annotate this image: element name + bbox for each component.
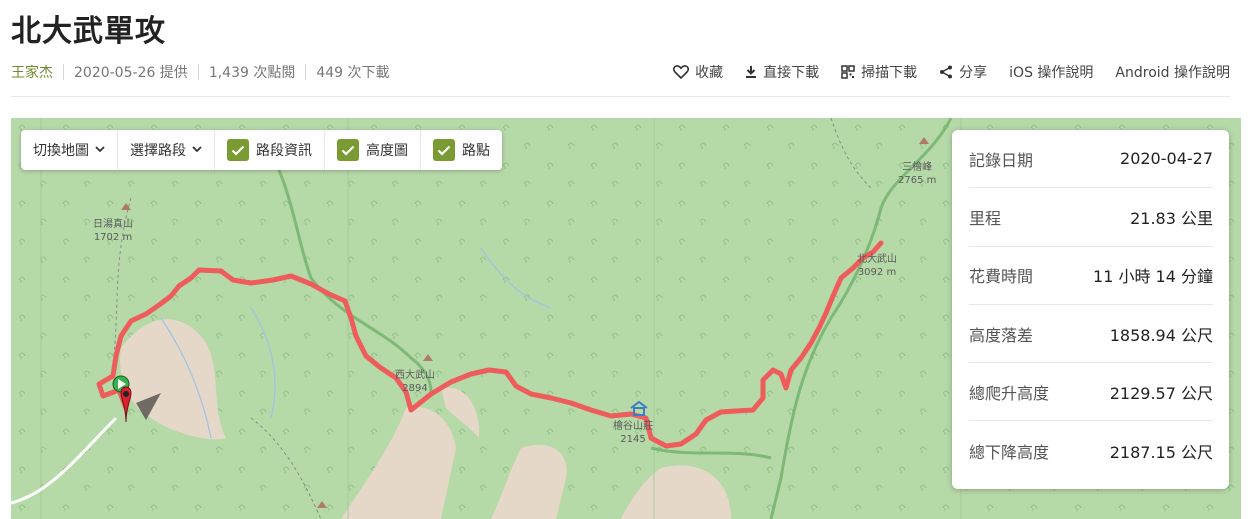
ios-guide-link[interactable]: iOS 操作說明 — [1009, 62, 1093, 82]
stat-value: 11 小時 14 分鐘 — [1093, 267, 1213, 287]
stat-value: 1858.94 公尺 — [1109, 325, 1213, 345]
view-count: 1,439 次點閱 — [208, 65, 296, 81]
switch-map-dropdown[interactable]: 切換地圖 — [21, 130, 118, 170]
stat-row-drop: 高度落差 1858.94 公尺 — [969, 305, 1213, 364]
checkbox-checked-icon — [227, 139, 249, 161]
stat-row-descent: 總下降高度 2187.15 公尺 — [969, 421, 1213, 479]
select-section-dropdown[interactable]: 選擇路段 — [118, 130, 215, 170]
divider — [305, 64, 307, 80]
map-label-peak2: 西大武山 2894 — [395, 370, 435, 394]
meta-row: 王家杰 2020-05-26 提供 1,439 次點閱 449 次下載 — [11, 62, 390, 82]
stats-panel: 記錄日期 2020-04-27 里程 21.83 公里 花費時間 11 小時 1… — [952, 130, 1229, 489]
map-label-peak1: 日湯真山 1702 m — [93, 219, 133, 243]
stat-row-ascent: 總爬升高度 2129.57 公尺 — [969, 363, 1213, 422]
checkbox-checked-icon — [337, 139, 359, 161]
map-label-peak3: 三檜峰 2765 m — [898, 162, 937, 186]
stat-value: 21.83 公里 — [1130, 208, 1213, 228]
favorite-button[interactable]: 收藏 — [673, 62, 723, 82]
stat-label: 里程 — [969, 208, 1002, 228]
android-guide-label: Android 操作說明 — [1115, 65, 1230, 81]
author-link[interactable]: 王家杰 — [11, 62, 53, 82]
switch-map-label: 切換地圖 — [33, 143, 89, 159]
stat-label: 記錄日期 — [969, 150, 1034, 170]
share-label: 分享 — [959, 65, 988, 81]
stat-value: 2187.15 公尺 — [1109, 442, 1213, 462]
select-section-label: 選擇路段 — [130, 143, 186, 159]
chevron-down-icon — [192, 145, 202, 156]
header-divider — [11, 96, 1230, 97]
chevron-down-icon — [95, 145, 105, 156]
ios-guide-label: iOS 操作說明 — [1009, 65, 1094, 81]
stat-label: 花費時間 — [969, 267, 1034, 287]
scan-download-button[interactable]: 掃描下載 — [841, 62, 917, 82]
favorite-label: 收藏 — [695, 65, 724, 81]
page-title: 北大武單攻 — [11, 14, 166, 49]
provided-date: 2020-05-26 提供 — [74, 65, 188, 81]
share-button[interactable]: 分享 — [939, 62, 987, 82]
stat-row-time: 花費時間 11 小時 14 分鐘 — [969, 247, 1213, 305]
stat-value: 2129.57 公尺 — [1109, 383, 1213, 403]
android-guide-link[interactable]: Android 操作說明 — [1115, 62, 1230, 82]
map-label-peak4: 北大武山 3092 m — [857, 254, 897, 278]
stat-label: 總爬升高度 — [969, 383, 1050, 403]
download-button[interactable]: 直接下載 — [745, 62, 819, 82]
divider — [197, 64, 199, 80]
route-info-label: 路段資訊 — [256, 143, 312, 159]
waypoints-toggle[interactable]: 路點 — [421, 130, 502, 170]
download-count: 449 次下載 — [316, 65, 390, 81]
heart-icon — [673, 65, 690, 79]
stat-row-date: 記錄日期 2020-04-27 — [969, 130, 1213, 189]
elevation-label: 高度圖 — [366, 143, 408, 159]
stat-label: 高度落差 — [969, 325, 1034, 345]
stat-label: 總下降高度 — [969, 442, 1050, 462]
action-bar: 收藏 直接下載 掃描下載 分享 iOS 操作說明 Android 操作說明 — [651, 60, 1230, 84]
qrcode-icon — [841, 65, 855, 79]
stat-value: 2020-04-27 — [1120, 149, 1213, 169]
route-info-toggle[interactable]: 路段資訊 — [215, 130, 325, 170]
stat-row-distance: 里程 21.83 公里 — [969, 188, 1213, 247]
download-icon — [746, 66, 757, 78]
download-label: 直接下載 — [763, 65, 820, 81]
share-icon — [940, 65, 953, 79]
map-toolbar: 切換地圖 選擇路段 路段資訊 高度圖 路點 — [21, 130, 502, 170]
map-label-cabin: 檜谷山莊 2145 — [613, 421, 653, 445]
waypoints-label: 路點 — [462, 143, 490, 159]
elevation-toggle[interactable]: 高度圖 — [325, 130, 421, 170]
scan-download-label: 掃描下載 — [861, 65, 918, 81]
checkbox-checked-icon — [433, 139, 455, 161]
divider — [63, 64, 64, 80]
